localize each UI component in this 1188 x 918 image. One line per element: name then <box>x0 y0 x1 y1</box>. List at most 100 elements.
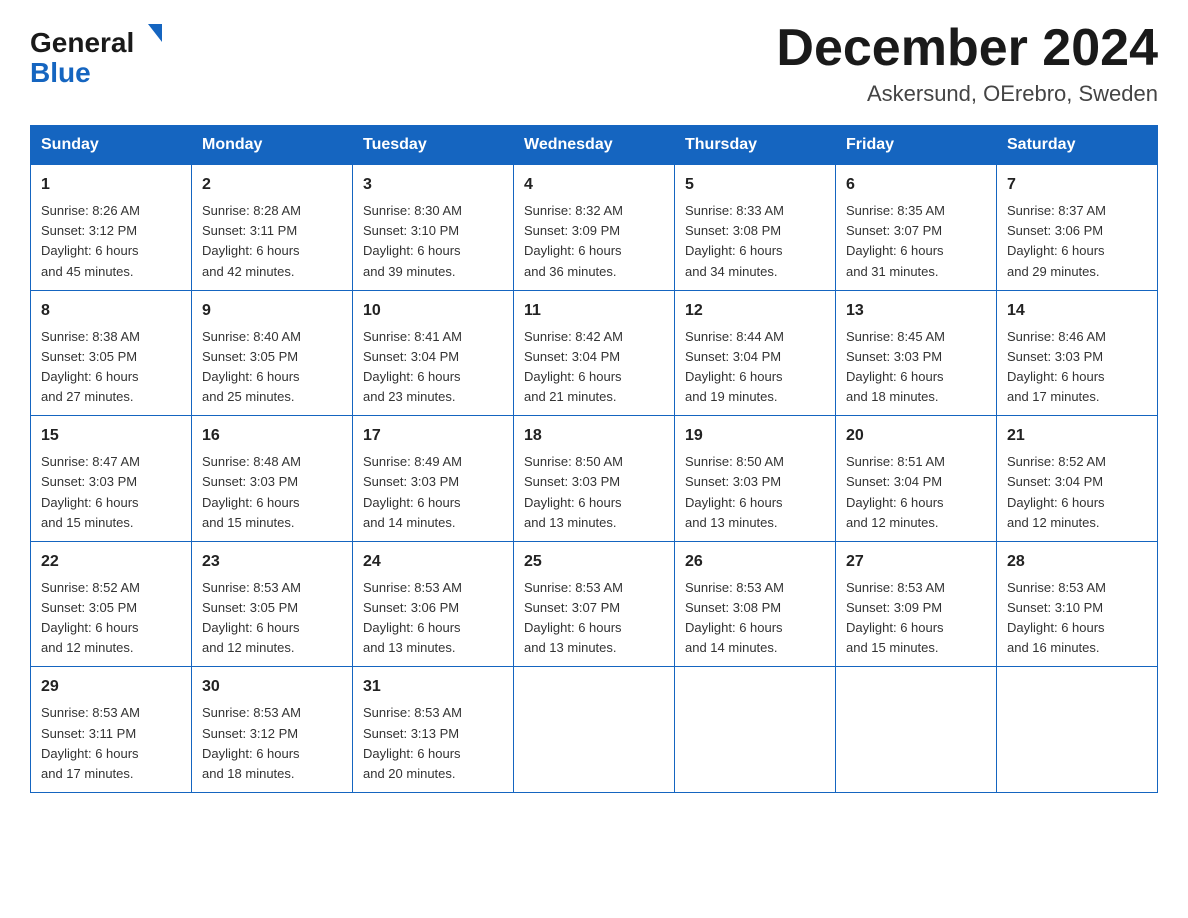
day-number: 20 <box>846 424 986 448</box>
logo: General Blue <box>30 20 190 90</box>
day-number: 19 <box>685 424 825 448</box>
day-number: 1 <box>41 173 181 197</box>
calendar-cell: 17 Sunrise: 8:49 AMSunset: 3:03 PMDaylig… <box>353 416 514 542</box>
day-number: 28 <box>1007 550 1147 574</box>
header-row: SundayMondayTuesdayWednesdayThursdayFrid… <box>31 126 1158 165</box>
calendar-cell: 24 Sunrise: 8:53 AMSunset: 3:06 PMDaylig… <box>353 541 514 667</box>
day-number: 24 <box>363 550 503 574</box>
day-info: Sunrise: 8:47 AMSunset: 3:03 PMDaylight:… <box>41 454 140 529</box>
calendar-cell: 12 Sunrise: 8:44 AMSunset: 3:04 PMDaylig… <box>675 290 836 416</box>
day-number: 2 <box>202 173 342 197</box>
day-info: Sunrise: 8:53 AMSunset: 3:06 PMDaylight:… <box>363 580 462 655</box>
day-info: Sunrise: 8:26 AMSunset: 3:12 PMDaylight:… <box>41 203 140 278</box>
calendar-cell: 6 Sunrise: 8:35 AMSunset: 3:07 PMDayligh… <box>836 165 997 291</box>
day-info: Sunrise: 8:38 AMSunset: 3:05 PMDaylight:… <box>41 329 140 404</box>
week-row-4: 22 Sunrise: 8:52 AMSunset: 3:05 PMDaylig… <box>31 541 1158 667</box>
svg-text:General: General <box>30 27 134 58</box>
week-row-1: 1 Sunrise: 8:26 AMSunset: 3:12 PMDayligh… <box>31 165 1158 291</box>
calendar-cell: 31 Sunrise: 8:53 AMSunset: 3:13 PMDaylig… <box>353 667 514 793</box>
day-number: 26 <box>685 550 825 574</box>
calendar-cell <box>514 667 675 793</box>
day-info: Sunrise: 8:50 AMSunset: 3:03 PMDaylight:… <box>524 454 623 529</box>
day-info: Sunrise: 8:48 AMSunset: 3:03 PMDaylight:… <box>202 454 301 529</box>
day-number: 29 <box>41 675 181 699</box>
calendar-cell: 29 Sunrise: 8:53 AMSunset: 3:11 PMDaylig… <box>31 667 192 793</box>
day-info: Sunrise: 8:53 AMSunset: 3:12 PMDaylight:… <box>202 705 301 780</box>
day-info: Sunrise: 8:53 AMSunset: 3:11 PMDaylight:… <box>41 705 140 780</box>
calendar-cell: 25 Sunrise: 8:53 AMSunset: 3:07 PMDaylig… <box>514 541 675 667</box>
header-cell-monday: Monday <box>192 126 353 165</box>
day-number: 7 <box>1007 173 1147 197</box>
day-info: Sunrise: 8:44 AMSunset: 3:04 PMDaylight:… <box>685 329 784 404</box>
day-info: Sunrise: 8:52 AMSunset: 3:05 PMDaylight:… <box>41 580 140 655</box>
day-info: Sunrise: 8:51 AMSunset: 3:04 PMDaylight:… <box>846 454 945 529</box>
day-number: 21 <box>1007 424 1147 448</box>
calendar-cell: 5 Sunrise: 8:33 AMSunset: 3:08 PMDayligh… <box>675 165 836 291</box>
day-info: Sunrise: 8:45 AMSunset: 3:03 PMDaylight:… <box>846 329 945 404</box>
logo-svg: General Blue <box>30 20 190 90</box>
calendar-cell: 22 Sunrise: 8:52 AMSunset: 3:05 PMDaylig… <box>31 541 192 667</box>
day-number: 14 <box>1007 299 1147 323</box>
calendar-cell: 11 Sunrise: 8:42 AMSunset: 3:04 PMDaylig… <box>514 290 675 416</box>
day-number: 12 <box>685 299 825 323</box>
day-info: Sunrise: 8:35 AMSunset: 3:07 PMDaylight:… <box>846 203 945 278</box>
day-number: 25 <box>524 550 664 574</box>
calendar-cell: 13 Sunrise: 8:45 AMSunset: 3:03 PMDaylig… <box>836 290 997 416</box>
calendar-cell: 4 Sunrise: 8:32 AMSunset: 3:09 PMDayligh… <box>514 165 675 291</box>
calendar-cell <box>836 667 997 793</box>
header-cell-thursday: Thursday <box>675 126 836 165</box>
calendar-cell: 18 Sunrise: 8:50 AMSunset: 3:03 PMDaylig… <box>514 416 675 542</box>
day-info: Sunrise: 8:53 AMSunset: 3:05 PMDaylight:… <box>202 580 301 655</box>
day-number: 17 <box>363 424 503 448</box>
day-info: Sunrise: 8:32 AMSunset: 3:09 PMDaylight:… <box>524 203 623 278</box>
calendar-cell: 14 Sunrise: 8:46 AMSunset: 3:03 PMDaylig… <box>997 290 1158 416</box>
day-number: 27 <box>846 550 986 574</box>
day-info: Sunrise: 8:53 AMSunset: 3:09 PMDaylight:… <box>846 580 945 655</box>
day-number: 9 <box>202 299 342 323</box>
calendar-cell: 26 Sunrise: 8:53 AMSunset: 3:08 PMDaylig… <box>675 541 836 667</box>
day-number: 18 <box>524 424 664 448</box>
day-info: Sunrise: 8:42 AMSunset: 3:04 PMDaylight:… <box>524 329 623 404</box>
day-number: 31 <box>363 675 503 699</box>
header-cell-saturday: Saturday <box>997 126 1158 165</box>
calendar-cell <box>675 667 836 793</box>
day-number: 10 <box>363 299 503 323</box>
header-cell-sunday: Sunday <box>31 126 192 165</box>
day-number: 22 <box>41 550 181 574</box>
month-title: December 2024 <box>776 20 1158 77</box>
calendar-cell: 1 Sunrise: 8:26 AMSunset: 3:12 PMDayligh… <box>31 165 192 291</box>
day-number: 15 <box>41 424 181 448</box>
calendar-cell: 16 Sunrise: 8:48 AMSunset: 3:03 PMDaylig… <box>192 416 353 542</box>
day-info: Sunrise: 8:50 AMSunset: 3:03 PMDaylight:… <box>685 454 784 529</box>
day-info: Sunrise: 8:28 AMSunset: 3:11 PMDaylight:… <box>202 203 301 278</box>
day-number: 6 <box>846 173 986 197</box>
calendar-cell: 23 Sunrise: 8:53 AMSunset: 3:05 PMDaylig… <box>192 541 353 667</box>
calendar-cell: 9 Sunrise: 8:40 AMSunset: 3:05 PMDayligh… <box>192 290 353 416</box>
day-number: 30 <box>202 675 342 699</box>
calendar-cell: 8 Sunrise: 8:38 AMSunset: 3:05 PMDayligh… <box>31 290 192 416</box>
week-row-3: 15 Sunrise: 8:47 AMSunset: 3:03 PMDaylig… <box>31 416 1158 542</box>
day-info: Sunrise: 8:52 AMSunset: 3:04 PMDaylight:… <box>1007 454 1106 529</box>
day-info: Sunrise: 8:53 AMSunset: 3:07 PMDaylight:… <box>524 580 623 655</box>
day-info: Sunrise: 8:49 AMSunset: 3:03 PMDaylight:… <box>363 454 462 529</box>
calendar-cell: 7 Sunrise: 8:37 AMSunset: 3:06 PMDayligh… <box>997 165 1158 291</box>
calendar-cell: 2 Sunrise: 8:28 AMSunset: 3:11 PMDayligh… <box>192 165 353 291</box>
calendar-cell: 20 Sunrise: 8:51 AMSunset: 3:04 PMDaylig… <box>836 416 997 542</box>
title-area: December 2024 Askersund, OErebro, Sweden <box>776 20 1158 107</box>
day-info: Sunrise: 8:53 AMSunset: 3:13 PMDaylight:… <box>363 705 462 780</box>
day-number: 11 <box>524 299 664 323</box>
week-row-5: 29 Sunrise: 8:53 AMSunset: 3:11 PMDaylig… <box>31 667 1158 793</box>
calendar-cell: 28 Sunrise: 8:53 AMSunset: 3:10 PMDaylig… <box>997 541 1158 667</box>
day-number: 13 <box>846 299 986 323</box>
day-info: Sunrise: 8:53 AMSunset: 3:08 PMDaylight:… <box>685 580 784 655</box>
calendar-cell: 30 Sunrise: 8:53 AMSunset: 3:12 PMDaylig… <box>192 667 353 793</box>
header-cell-friday: Friday <box>836 126 997 165</box>
day-number: 16 <box>202 424 342 448</box>
calendar-cell: 21 Sunrise: 8:52 AMSunset: 3:04 PMDaylig… <box>997 416 1158 542</box>
svg-text:Blue: Blue <box>30 57 91 88</box>
calendar-cell: 10 Sunrise: 8:41 AMSunset: 3:04 PMDaylig… <box>353 290 514 416</box>
day-number: 3 <box>363 173 503 197</box>
logo-area: General Blue <box>30 20 190 90</box>
calendar-cell: 15 Sunrise: 8:47 AMSunset: 3:03 PMDaylig… <box>31 416 192 542</box>
calendar-cell: 27 Sunrise: 8:53 AMSunset: 3:09 PMDaylig… <box>836 541 997 667</box>
